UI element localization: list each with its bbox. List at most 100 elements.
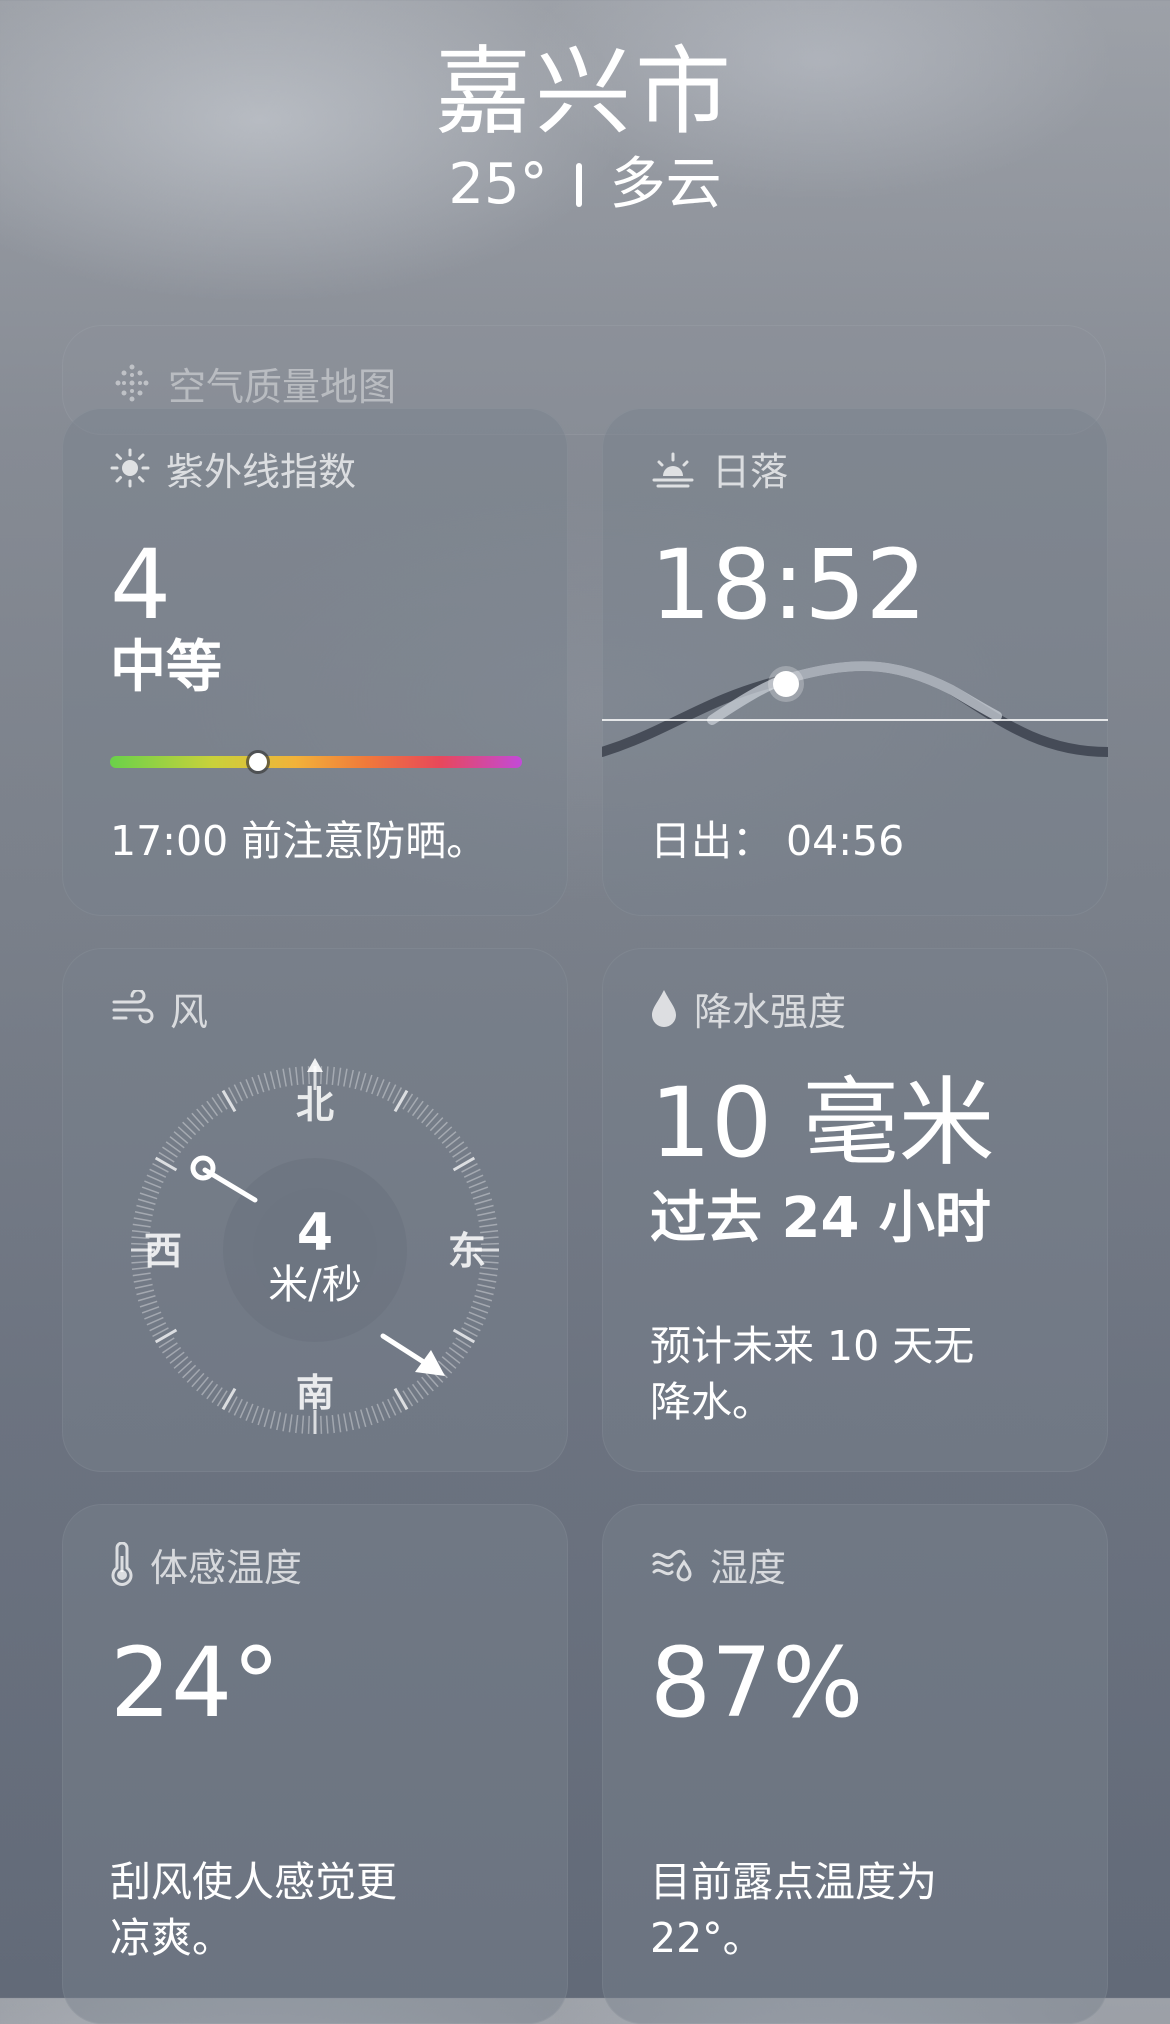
compass-tick [301,1066,305,1085]
compass-tick [251,1076,259,1095]
sunset-title: 日落 [650,438,788,498]
compass-tick [149,1322,167,1332]
compass-tick [139,1192,158,1200]
north-indicator-icon [307,1058,323,1072]
compass-tick [245,1079,254,1097]
compass-west: 西 [144,1229,182,1273]
humidity-card[interactable]: 湿度 87% 目前露点温度为 22°。 [602,1504,1108,2024]
uv-index-card[interactable]: 紫外线指数 4 中等 17:00 前注意防晒。 [62,408,568,916]
compass-tick [478,1217,497,1222]
compass-tick [472,1300,491,1308]
compass-tick [387,1398,397,1416]
compass-tick [387,1084,397,1102]
thermometer-icon [111,1542,133,1586]
compass-tick [466,1174,484,1184]
compass-tick [221,1387,237,1411]
compass-tick [146,1174,164,1184]
compass-tick [288,1414,293,1433]
humidity-label: 湿度 [710,1545,787,1590]
compass-tick [348,1069,354,1088]
sunset-card[interactable]: 日落 18:52 日出： 04:56 [602,408,1108,916]
compass-tick [144,1311,162,1320]
compass-tick [331,1415,335,1434]
dots-grid-icon [115,364,149,402]
compass-tick [376,1403,385,1421]
compass-tick [343,1068,348,1087]
humidity-value: 87% [650,1627,864,1739]
precipitation-title: 降水强度 [650,978,846,1038]
compass-tick [276,1069,282,1088]
compass-tick [295,1415,299,1434]
compass-tick [146,1316,164,1326]
feels-like-label: 体感温度 [150,1545,303,1590]
humidity-title: 湿度 [650,1534,786,1594]
compass-tick [343,1413,348,1432]
compass-tick [141,1306,160,1314]
feels-like-card[interactable]: 体感温度 24° 刮风使人感觉更 凉爽。 [62,1504,568,2024]
precipitation-card[interactable]: 降水强度 10 毫米 过去 24 小时 预计未来 10 天无 降水。 [602,948,1108,1472]
precipitation-note: 预计未来 10 天无 降水。 [650,1318,1068,1430]
compass-tick [320,1415,323,1434]
compass-tick [468,1311,486,1320]
compass-tick [282,1068,287,1087]
current-temperature: 25° [448,152,548,217]
compass-tick [325,1066,329,1085]
compass-tick [360,1409,367,1428]
wind-compass: 北 南 东 西 4 米/秒 [131,1058,499,1434]
sunrise-time: 04:56 [786,817,905,865]
wind-card[interactable]: 风 北 南 东 西 4 米/秒 [62,948,568,1472]
compass-tick [133,1217,152,1222]
compass-tick [245,1403,254,1421]
separator [575,163,582,207]
compass-tick [474,1295,493,1302]
compass-tick [269,1410,276,1429]
compass-tick [479,1223,498,1228]
uv-scale-bar [110,753,522,771]
compass-tick [239,1081,249,1099]
air-quality-map-title: 空气质量地图 [112,353,396,413]
compass-tick [288,1067,293,1086]
precipitation-label: 降水强度 [694,989,847,1034]
compass-tick [475,1204,494,1211]
compass-tick [393,1089,409,1113]
raindrop-icon [652,990,676,1027]
sun-path-graph [602,661,1108,757]
compass-tick [477,1211,496,1217]
compass-tick [136,1204,155,1211]
compass-east: 东 [448,1229,486,1273]
compass-tick [269,1071,276,1090]
wind-speed-unit: 米/秒 [268,1262,361,1308]
compass-tick [477,1283,496,1289]
compass-tick [475,1289,494,1296]
compass-tick [371,1076,379,1095]
compass-tick [233,1084,243,1102]
feels-like-note: 刮风使人感觉更 凉爽。 [110,1854,528,1966]
humidity-note-line1: 目前露点温度为 [650,1858,937,1906]
compass-tick [134,1283,153,1289]
uv-note: 17:00 前注意防晒。 [110,817,488,865]
uv-index-title: 紫外线指数 [110,438,356,498]
compass-tick [149,1168,167,1178]
current-conditions: 25° 多云 [0,150,1170,220]
compass-tick [376,1079,385,1097]
uv-index-value: 4 [110,529,172,641]
wind-arrow-tail [190,1155,216,1181]
compass-south: 南 [296,1371,334,1415]
compass-tick [133,1278,152,1283]
weather-condition: 多云 [609,152,722,217]
humidity-note-line2: 22°。 [650,1914,764,1962]
compass-tick [466,1316,484,1326]
sunrise-info: 日出： 04:56 [650,813,1068,869]
compass-tick [337,1067,342,1086]
sun-icon [110,448,150,488]
compass-tick [154,1328,178,1344]
compass-tick [452,1328,476,1344]
compass-tick [139,1300,158,1308]
wind-speed-value: 4 [297,1203,333,1263]
feels-like-note-line2: 凉爽。 [110,1914,233,1962]
compass-tick [360,1072,367,1091]
compass-tick [371,1405,379,1424]
compass-tick [354,1071,361,1090]
feels-like-note-line1: 刮风使人感觉更 [110,1858,397,1906]
humidity-icon [652,1549,692,1582]
